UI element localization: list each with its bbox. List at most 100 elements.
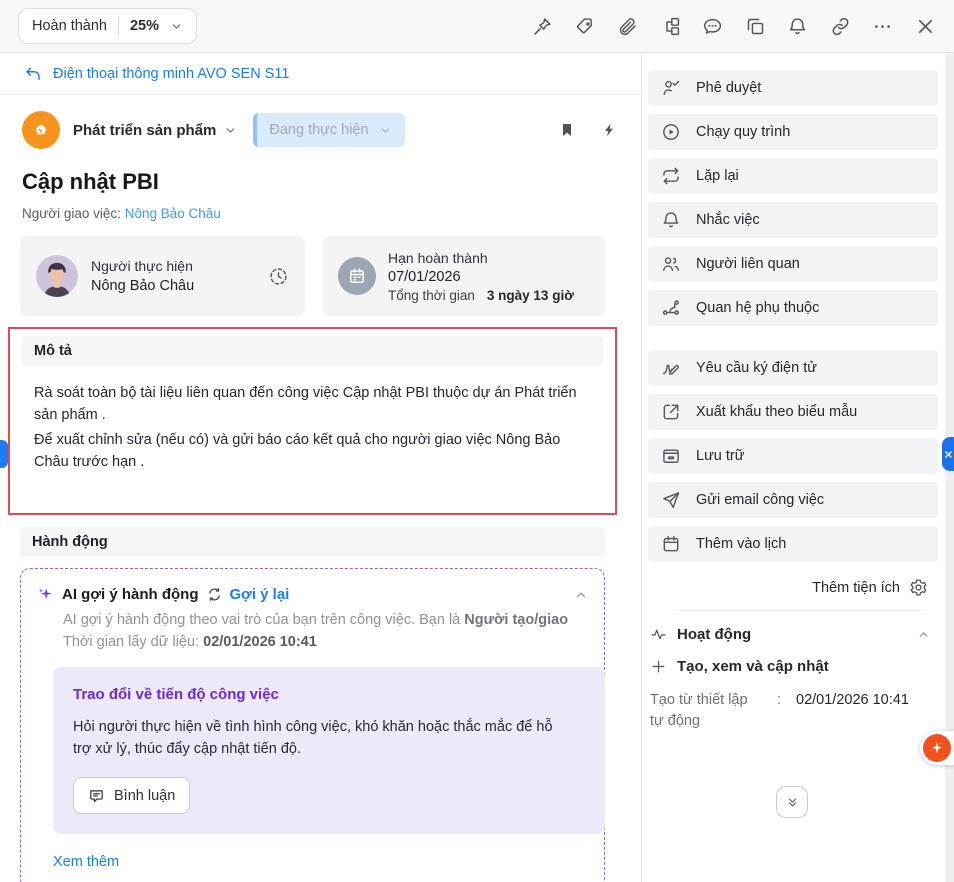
sidebar-item-related-people[interactable]: Người liên quan: [648, 246, 938, 282]
sidebar-item-label: Gửi email công việc: [696, 492, 825, 508]
more-icon[interactable]: [872, 15, 894, 37]
description-text[interactable]: Rà soát toàn bộ tài liệu liên quan đến c…: [22, 366, 603, 473]
ai-suggestion-card: Trao đổi về tiến độ công việc Hỏi người …: [53, 667, 605, 834]
add-to-calendar-icon: [663, 535, 679, 552]
project-status-row: Phát triển sản phẩm Đang thực hiện: [0, 95, 641, 149]
close-icon[interactable]: [914, 15, 936, 37]
comment-button[interactable]: Bình luận: [73, 777, 191, 814]
dependency-icon: [662, 300, 679, 315]
ai-suggestion-box: AI gợi ý hành động Gợi ý lại AI gợi ý hà…: [20, 568, 605, 882]
back-arrow-icon: [26, 67, 40, 80]
comment-icon[interactable]: [702, 15, 724, 37]
regenerate-link[interactable]: Gợi ý lại: [230, 586, 290, 603]
sidebar-item-label: Xuất khẩu theo biểu mẫu: [696, 404, 858, 420]
ai-header: AI gợi ý hành động Gợi ý lại: [37, 586, 588, 603]
deadline-date: 07/01/2026: [388, 268, 461, 285]
sidebar-item-reminder[interactable]: Nhắc việc: [648, 202, 938, 238]
activity-row-label: Tạo từ thiết lập tự động: [650, 692, 748, 729]
ai-sparkle-icon: [38, 588, 52, 600]
sidebar-item-approve[interactable]: Phê duyệt: [648, 70, 938, 106]
run-process-icon: [663, 124, 679, 140]
lightning-icon[interactable]: [602, 122, 617, 138]
sidebar-item-label: Yêu cầu ký điện tử: [696, 360, 817, 376]
ai-subtitle-text: AI gợi ý hành động theo vai trò của bạn …: [63, 612, 465, 628]
ai-subtitle: AI gợi ý hành động theo vai trò của bạn …: [63, 610, 588, 653]
top-toolbar: Hoàn thành 25%: [0, 0, 954, 53]
complete-progress-button[interactable]: Hoàn thành 25%: [18, 8, 198, 44]
assigner-line: Người giao việc: Nông Bảo Châu: [0, 195, 641, 221]
bell-icon[interactable]: [787, 15, 809, 37]
complete-label: Hoàn thành: [32, 18, 107, 34]
left-panel-handle[interactable]: [0, 440, 8, 468]
link-icon[interactable]: [829, 15, 851, 37]
status-label: Đang thực hiện: [269, 122, 369, 138]
see-more-link[interactable]: Xem thêm: [53, 854, 588, 870]
toolbar-icon-group: [532, 15, 937, 37]
right-panel-handle[interactable]: [942, 437, 954, 471]
send-email-icon: [663, 492, 680, 509]
bookmark-icon[interactable]: [559, 122, 575, 138]
attachment-icon[interactable]: [617, 15, 639, 37]
project-name[interactable]: Phát triển sản phẩm: [73, 122, 216, 139]
activity-title: Hoạt động: [677, 626, 752, 643]
description-header: Mô tả: [22, 336, 603, 366]
sidebar-item-label: Lặp lại: [696, 168, 739, 184]
sidebar-item-dependency[interactable]: Quan hệ phụ thuộc: [648, 290, 938, 326]
add-widget-label: Thêm tiện ích: [812, 579, 900, 596]
assignee-card[interactable]: Người thực hiện Nông Bảo Châu: [20, 236, 305, 316]
task-main-panel: Điện thoại thông minh AVO SEN S11 Phát t…: [0, 53, 642, 882]
sidebar-item-label: Quan hệ phụ thuộc: [696, 300, 820, 316]
sidebar-item-label: Chạy quy trình: [696, 124, 791, 140]
widgets-sidebar: Phê duyệt Chạy quy trình Lặp lại Nhắc vi…: [643, 53, 945, 882]
sidebar-item-label: Phê duyệt: [696, 80, 762, 96]
time-log-icon[interactable]: [268, 266, 289, 287]
repeat-icon: [663, 167, 679, 185]
suggestion-title[interactable]: Trao đổi về tiến độ công việc: [73, 686, 585, 703]
sidebar-item-label: Người liên quan: [696, 256, 800, 272]
deadline-label: Hạn hoàn thành: [388, 249, 488, 266]
header-icon-group: [559, 122, 617, 138]
assigner-link[interactable]: Nông Bảo Châu: [125, 206, 221, 221]
sidebar-item-send-email[interactable]: Gửi email công việc: [648, 482, 938, 518]
pin-icon[interactable]: [532, 15, 554, 37]
info-cards: Người thực hiện Nông Bảo Châu Hạn hoàn t…: [0, 221, 641, 316]
sidebar-item-label: Lưu trữ: [696, 448, 745, 464]
assignee-label: Người thực hiện: [91, 258, 193, 274]
ai-role: Người tạo/giao: [464, 612, 569, 628]
calendar-circle-icon: [338, 257, 376, 295]
sidebar-item-export-template[interactable]: Xuất khẩu theo biểu mẫu: [648, 394, 938, 430]
activity-section-header[interactable]: Hoạt động: [648, 611, 938, 643]
collapse-chevron-up-icon[interactable]: [574, 588, 588, 602]
sidebar-item-run-process[interactable]: Chạy quy trình: [648, 114, 938, 150]
status-dropdown[interactable]: Đang thực hiện: [253, 113, 405, 147]
refresh-icon[interactable]: [207, 587, 222, 602]
sidebar-item-label: Thêm vào lịch: [696, 536, 787, 552]
sidebar-item-add-to-calendar[interactable]: Thêm vào lịch: [648, 526, 938, 562]
activity-create-row[interactable]: Tạo, xem và cập nhật: [648, 643, 938, 675]
double-chevron-down-icon: [788, 797, 796, 807]
subtasks-icon[interactable]: [659, 15, 681, 37]
sidebar-item-esignature[interactable]: Yêu cầu ký điện tử: [648, 350, 938, 386]
scroll-down-button[interactable]: [776, 786, 808, 818]
ai-assistant-fab[interactable]: [920, 731, 954, 765]
sidebar-item-archive[interactable]: Lưu trữ: [648, 438, 938, 474]
deadline-card[interactable]: Hạn hoàn thành 07/01/2026 Tổng thời gian…: [322, 236, 605, 316]
project-chevron-icon[interactable]: [224, 124, 237, 137]
sidebar-item-label: Nhắc việc: [696, 212, 760, 228]
add-widget-button[interactable]: Thêm tiện ích: [648, 570, 938, 610]
copy-icon[interactable]: [744, 15, 766, 37]
status-chevron-icon: [381, 127, 389, 133]
breadcrumb[interactable]: Điện thoại thông minh AVO SEN S11: [0, 53, 641, 95]
activity-collapse-icon[interactable]: [917, 628, 930, 641]
sidebar-item-repeat[interactable]: Lặp lại: [648, 158, 938, 194]
tag-icon[interactable]: [574, 15, 596, 37]
description-line-1: Rà soát toàn bộ tài liệu liên quan đến c…: [34, 385, 577, 423]
suggestion-body: Hỏi người thực hiện về tình hình công vi…: [73, 719, 553, 757]
chevron-down-icon: [172, 23, 181, 29]
related-people-icon: [663, 257, 679, 271]
total-time-value: 3 ngày 13 giờ: [486, 287, 574, 303]
close-panel-icon: [945, 450, 952, 458]
avatar: [36, 255, 78, 297]
reminder-icon: [663, 212, 679, 228]
